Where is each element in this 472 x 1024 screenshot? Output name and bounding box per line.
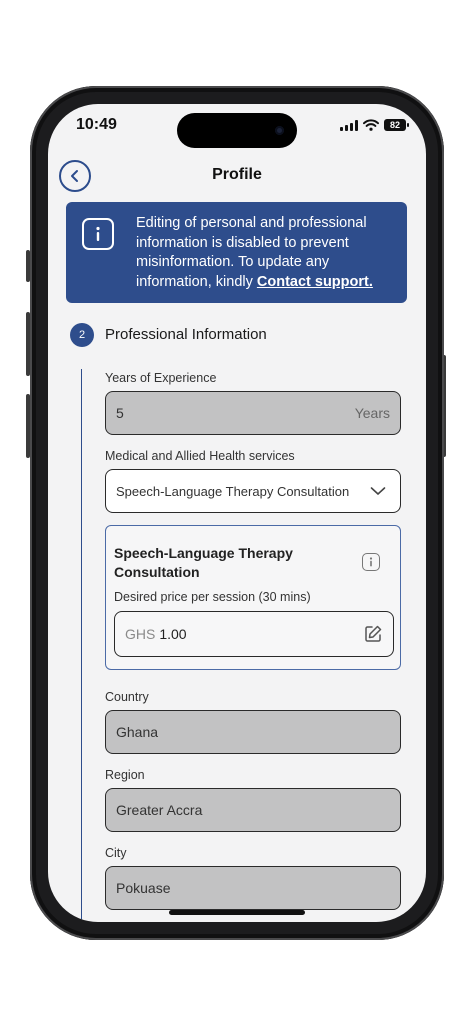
cellular-signal-icon (340, 119, 358, 131)
battery-icon: 82 (384, 119, 409, 131)
page-title: Profile (212, 166, 262, 183)
experience-label: Years of Experience (105, 371, 217, 385)
info-icon (82, 218, 114, 250)
info-banner: Editing of personal and professional inf… (66, 202, 407, 303)
price-label: Desired price per session (30 mins) (114, 590, 311, 604)
country-field: Ghana (105, 710, 401, 754)
edit-icon[interactable] (363, 624, 383, 644)
price-value: 1.00 (159, 626, 187, 642)
app-screen: 10:49 82 Profile Editing of personal and… (48, 104, 426, 922)
wifi-icon (363, 119, 379, 131)
camera-icon (275, 126, 284, 135)
section-title: Professional Information (105, 326, 267, 343)
city-value: Pokuase (116, 880, 171, 896)
services-label: Medical and Allied Health services (105, 449, 295, 463)
info-icon[interactable] (362, 553, 380, 571)
region-label: Region (105, 768, 145, 782)
experience-suffix: Years (354, 405, 390, 421)
home-indicator[interactable] (169, 910, 305, 915)
price-input[interactable]: GHS 1.00 (114, 611, 394, 657)
experience-field: 5 Years (105, 391, 401, 435)
status-icons: 82 (340, 119, 409, 131)
region-value: Greater Accra (116, 802, 203, 818)
country-value: Ghana (116, 724, 159, 740)
region-field: Greater Accra (105, 788, 401, 832)
city-label: City (105, 846, 127, 860)
experience-value: 5 (116, 405, 124, 421)
banner-message: Editing of personal and professional inf… (136, 214, 398, 292)
services-dropdown[interactable]: Speech-Language Therapy Consultation (105, 469, 401, 513)
country-label: Country (105, 690, 149, 704)
status-time: 10:49 (76, 116, 117, 133)
dynamic-island (177, 113, 297, 148)
services-selected-value: Speech-Language Therapy Consultation (116, 483, 350, 499)
currency-prefix: GHS (125, 626, 156, 642)
city-field: Pokuase (105, 866, 401, 910)
step-number-badge: 2 (70, 323, 94, 347)
contact-support-link[interactable]: Contact support. (257, 274, 373, 290)
service-price-card: Speech-Language Therapy Consultation Des… (105, 525, 401, 670)
chevron-down-icon (370, 487, 386, 495)
service-card-title: Speech-Language Therapy Consultation (114, 545, 293, 580)
step-connector-line (81, 369, 82, 922)
